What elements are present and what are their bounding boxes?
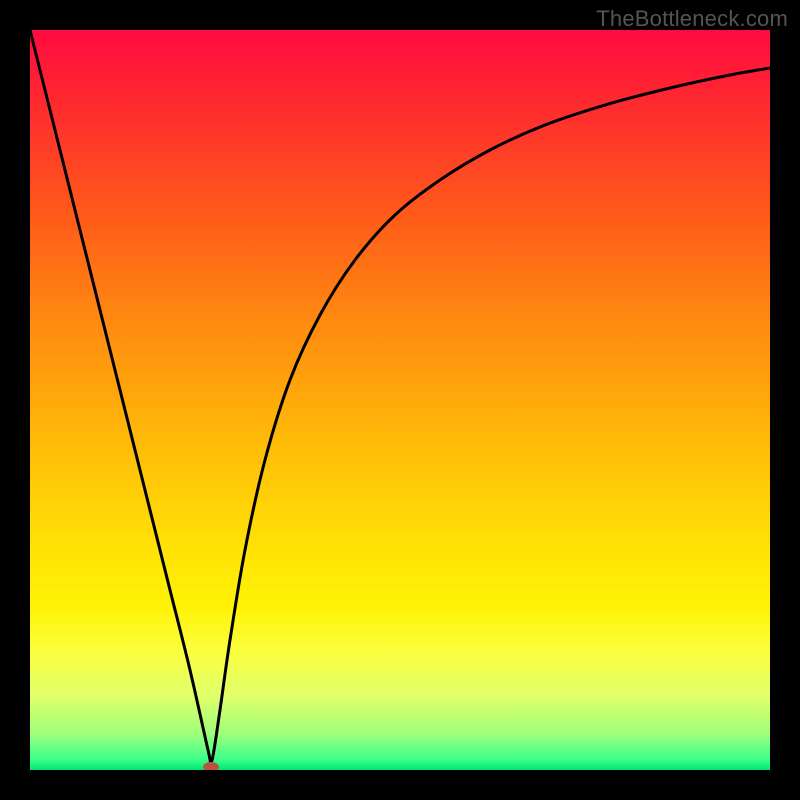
chart-svg [30,30,770,770]
plot-area [30,30,770,770]
chart-frame: TheBottleneck.com [0,0,800,800]
watermark-text: TheBottleneck.com [596,6,788,32]
gradient-background [30,30,770,770]
